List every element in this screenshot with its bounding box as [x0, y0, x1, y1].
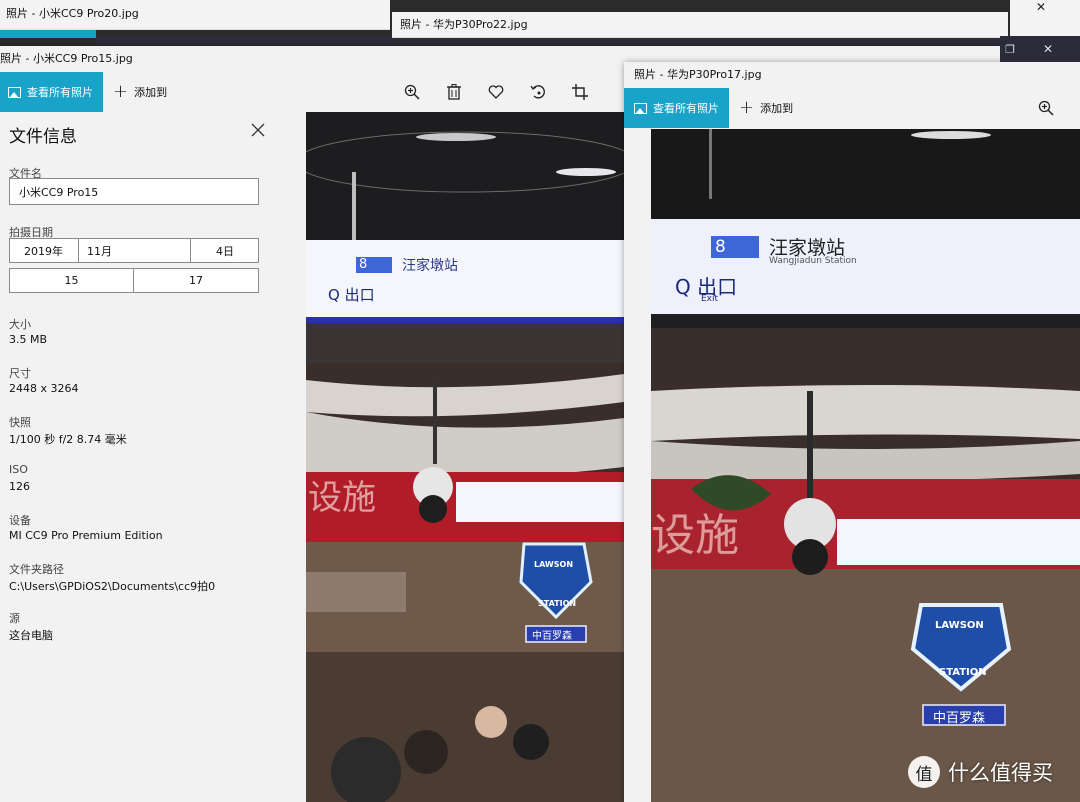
right-add-to-button[interactable]: + 添加到 [729, 88, 803, 128]
source-label: 源 [9, 612, 20, 625]
close-panel-icon[interactable] [250, 122, 268, 140]
size-value: 3.5 MB [9, 333, 48, 346]
date-year-value: 2019年 [24, 244, 63, 258]
folder-path-link[interactable]: C:\Users\GPDiOS2\Documents\cc9拍0 [9, 578, 215, 594]
date-year[interactable]: 2019年 [10, 239, 79, 262]
right-window-titlebar[interactable]: 照片 - 华为P30Pro17.jpg [624, 62, 1080, 88]
device-value: MI CC9 Pro Premium Edition [9, 529, 163, 542]
right-photos-window: 照片 - 华为P30Pro17.jpg 查看所有照片 + 添加到 8 汪家墩站 … [624, 62, 1080, 802]
size-label: 大小 [9, 318, 31, 331]
right-photo-viewer[interactable]: 8 汪家墩站 Wangjiadun Station Q 出口 Exit 设施 L… [651, 129, 1080, 802]
date-day[interactable]: 4日 [191, 239, 258, 262]
right-photo-banner: 设施 [651, 510, 739, 561]
right-line-number-text: 8 [715, 237, 726, 257]
right-photos-icon [634, 102, 647, 114]
right-photo-image [651, 129, 1080, 802]
main-window-title: 照片 - 小米CC9 Pro15.jpg [0, 52, 133, 65]
watermark-text: 什么值得买 [948, 761, 1053, 785]
maximize-icon[interactable]: ❐ [992, 36, 1028, 62]
right-window-title: 照片 - 华为P30Pro17.jpg [634, 68, 762, 81]
shutter-label: 快照 [9, 416, 31, 429]
watermark: 值 什么值得买 [908, 756, 1053, 788]
time-hour[interactable]: 15 [10, 269, 134, 292]
dimensions-label: 尺寸 [9, 367, 31, 380]
right-see-all-button[interactable]: 查看所有照片 [624, 88, 729, 128]
file-info-panel: 文件信息 文件名 小米CC9 Pro15 拍摄日期 2019年 11月 4日 1… [0, 112, 278, 802]
back-window-1-accent [0, 30, 96, 38]
photo-station-name: 汪家墩站 [402, 258, 458, 274]
add-to-button[interactable]: + 添加到 [103, 72, 177, 112]
right-add-to-label: 添加到 [760, 102, 794, 115]
right-photo-station-pinyin: Wangjiadun Station [769, 256, 857, 266]
shutter-value: 1/100 秒 f/2 8.74 毫米 [9, 433, 127, 446]
photo-banner-text: 设施 [308, 478, 376, 518]
right-zoom-in-icon[interactable] [1036, 98, 1056, 118]
filename-value: 小米CC9 Pro15 [19, 185, 99, 199]
date-day-value: 4日 [216, 244, 234, 258]
time-minute[interactable]: 17 [134, 269, 258, 292]
plus-icon: + [113, 81, 129, 102]
main-window-controls: ❐ ✕ [1000, 36, 1080, 62]
zoom-in-icon[interactable] [402, 82, 422, 102]
filename-field[interactable]: 小米CC9 Pro15 [9, 178, 259, 205]
back-window-1-title: 照片 - 小米CC9 Pro20.jpg [6, 7, 139, 20]
photo-line-number: 8 [356, 257, 392, 273]
close-window-icon[interactable]: ✕ [1030, 36, 1066, 62]
right-photo-lawson-bottom: STATION [939, 667, 987, 678]
see-all-photos-label: 查看所有照片 [27, 86, 93, 99]
iso-label: ISO [9, 463, 28, 476]
panel-title: 文件信息 [9, 127, 77, 147]
right-photo-lawson-cn: 中百罗森 [933, 711, 986, 726]
crop-icon[interactable] [570, 82, 590, 102]
folder-path-label: 文件夹路径 [9, 563, 64, 576]
back-window-2-titlebar[interactable]: 照片 - 华为P30Pro22.jpg [392, 12, 1008, 38]
close-icon-back[interactable]: ✕ [1036, 0, 1056, 16]
source-value: 这台电脑 [9, 629, 53, 642]
right-photo-line-number: 8 [711, 236, 759, 258]
time-hour-value: 15 [64, 274, 79, 287]
back-window-2-title: 华为P30Pro22.jpg [432, 18, 528, 31]
see-all-photos-button[interactable]: 查看所有照片 [0, 72, 103, 112]
photo-lawson-cn: 中百罗森 [532, 631, 572, 642]
photo-lawson-top: LAWSON [534, 560, 574, 569]
right-photo-lawson-top: LAWSON [935, 620, 984, 631]
date-month-value: 11月 [87, 244, 112, 258]
back-window-1-titlebar[interactable]: 照片 - 小米CC9 Pro20.jpg [0, 0, 390, 30]
watermark-logo-text: 值 [915, 764, 933, 785]
line-number-text: 8 [359, 257, 368, 272]
time-minute-value: 17 [189, 274, 203, 287]
time-picker[interactable]: 15 17 [9, 268, 259, 293]
delete-icon[interactable] [444, 82, 464, 102]
right-plus-icon: + [739, 97, 755, 118]
date-month[interactable]: 11月 [79, 239, 191, 262]
photo-lawson-bottom: STATION [538, 599, 577, 608]
watermark-logo-icon: 值 [908, 756, 940, 788]
right-toolbar: 查看所有照片 + 添加到 [624, 88, 1080, 128]
date-picker[interactable]: 2019年 11月 4日 [9, 238, 259, 263]
main-photo-viewer[interactable]: 8 汪家墩站 Q 出口 设施 LAWSON STATION 中百罗森 [306, 112, 624, 802]
main-photo-image [306, 112, 624, 802]
rotate-icon[interactable] [528, 82, 548, 102]
right-see-all-label: 查看所有照片 [653, 102, 719, 115]
right-photo-exit-en: Exit [701, 294, 719, 304]
iso-value: 126 [9, 480, 30, 493]
dimensions-value: 2448 x 3264 [9, 382, 79, 395]
device-label: 设备 [9, 514, 31, 527]
photos-icon [8, 86, 21, 98]
photo-exit-text: Q 出口 [328, 286, 375, 304]
back-window-2-prefix: 照片 - [400, 18, 433, 31]
photo-exit-label: 出口 [344, 286, 375, 304]
add-to-label: 添加到 [134, 86, 168, 99]
heart-icon[interactable] [486, 82, 506, 102]
